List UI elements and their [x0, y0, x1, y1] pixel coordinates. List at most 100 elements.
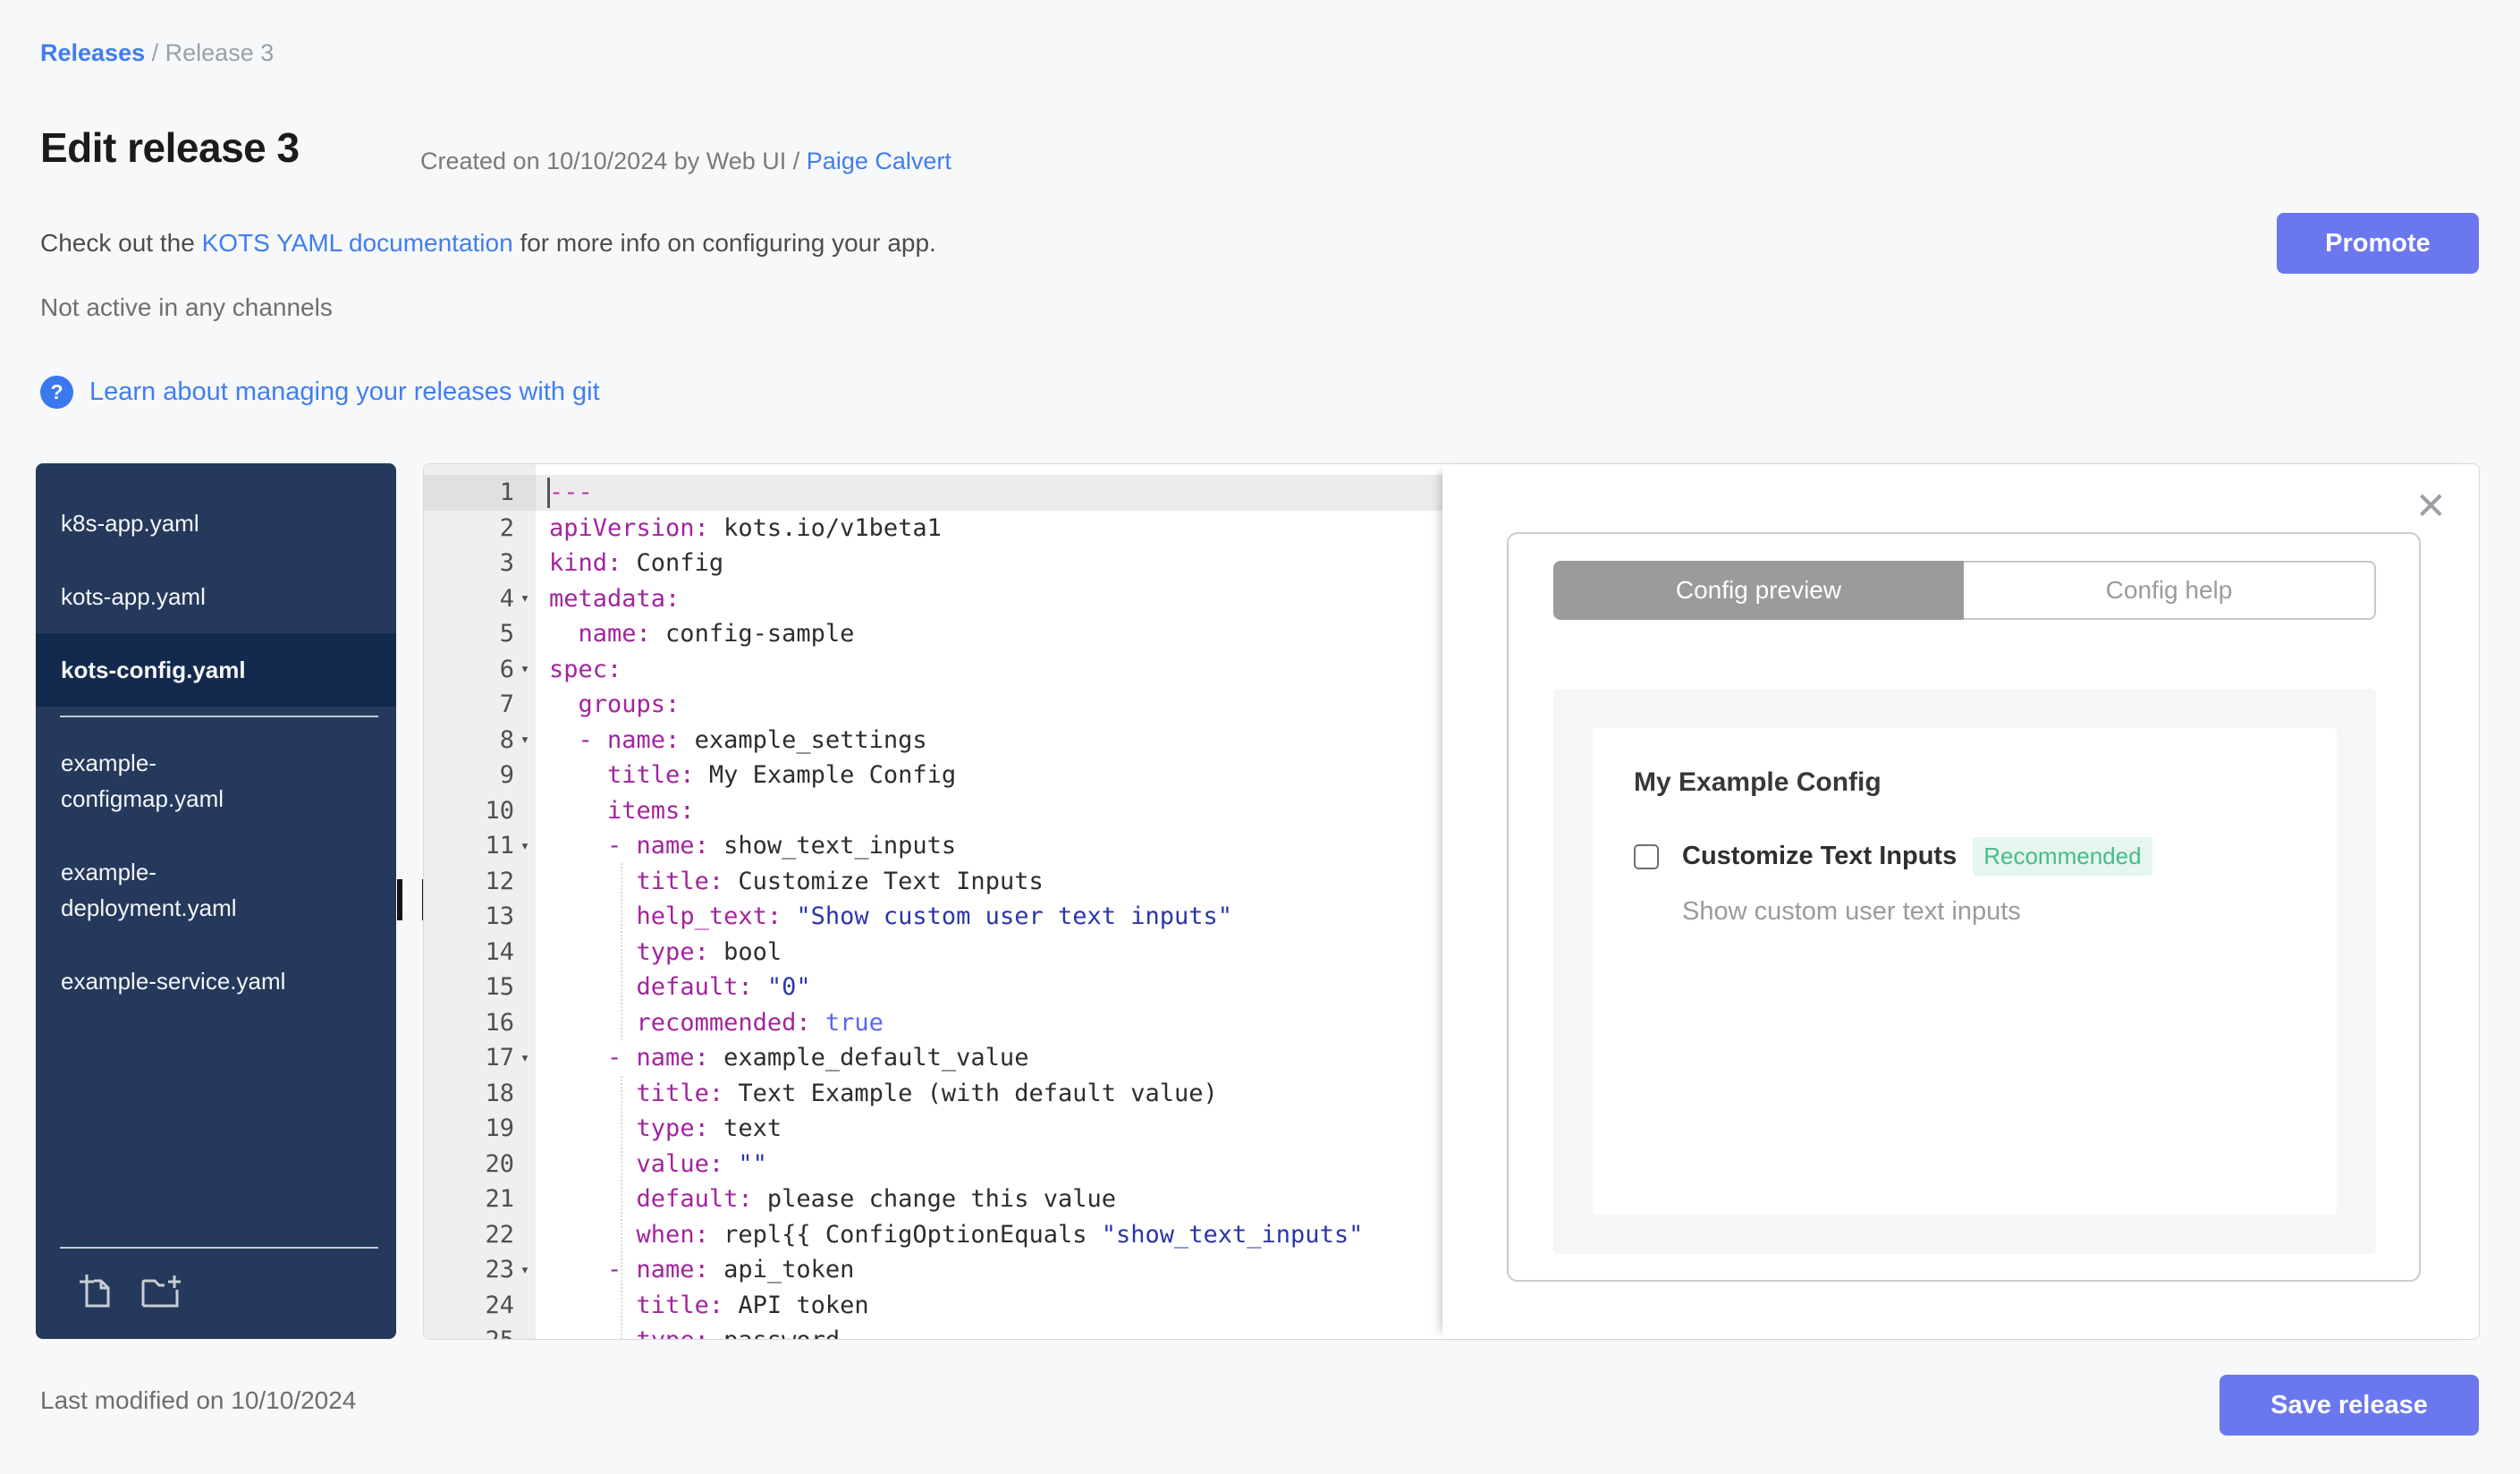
- config-preview-pane: ✕ Config preview Config help My Example …: [1442, 464, 2479, 1339]
- code-line-6[interactable]: spec:: [536, 652, 1442, 688]
- code-line-23[interactable]: - name: api_token: [536, 1252, 1442, 1288]
- created-text: Created on 10/10/2024 by Web UI /: [420, 148, 800, 174]
- gutter-line-6[interactable]: 6 ▾: [424, 652, 536, 688]
- save-release-button[interactable]: Save release: [2220, 1375, 2479, 1436]
- file-item-kots-config-yaml[interactable]: kots-config.yaml: [36, 633, 396, 707]
- file-item-k8s-app-yaml[interactable]: k8s-app.yaml: [36, 487, 396, 560]
- fold-arrow-icon[interactable]: ▾: [516, 1049, 534, 1067]
- gutter-line-8[interactable]: 8 ▾: [424, 723, 536, 758]
- gutter-line-3: 3▾: [499, 549, 514, 578]
- code-editor[interactable]: --- apiVersion: kots.io/v1beta1 kind: Conf…: [536, 464, 1442, 1339]
- gutter-line-25: 25▾: [424, 1323, 536, 1339]
- gutter-line-19: 19▾: [485, 1114, 514, 1143]
- code-line-21[interactable]: default: please change this value: [536, 1182, 1442, 1217]
- file-item-example-configmap-yaml[interactable]: example-configmap.yaml: [36, 726, 396, 835]
- code-line-7[interactable]: groups:: [536, 687, 1442, 723]
- question-icon: ?: [40, 376, 73, 409]
- code-line-25[interactable]: type: password: [536, 1323, 1442, 1339]
- code-line-22[interactable]: when: repl{{ ConfigOptionEquals "show_te…: [536, 1217, 1442, 1253]
- code-line-5[interactable]: name: config-sample: [536, 616, 1442, 652]
- indent-guide: [621, 1076, 622, 1339]
- code-line-2[interactable]: apiVersion: kots.io/v1beta1: [536, 511, 1442, 546]
- gutter-line-11[interactable]: 11 ▾: [424, 828, 536, 864]
- gutter-line-23[interactable]: 23 ▾: [424, 1252, 536, 1288]
- gutter-line-21: 21▾: [485, 1185, 514, 1214]
- close-icon[interactable]: ✕: [2415, 487, 2447, 525]
- gutter-line-20: 20▾: [485, 1149, 514, 1178]
- fold-arrow-icon[interactable]: ▾: [516, 731, 534, 749]
- code-line-16[interactable]: recommended: true: [536, 1005, 1442, 1041]
- gutter-line-2: 2▾: [499, 513, 514, 542]
- git-help-row: ? Learn about managing your releases wit…: [40, 376, 600, 409]
- fold-arrow-icon[interactable]: ▾: [516, 589, 534, 607]
- code-line-3[interactable]: kind: Config: [536, 546, 1442, 581]
- new-folder-icon[interactable]: [138, 1270, 182, 1316]
- code-line-24[interactable]: title: API token: [536, 1288, 1442, 1324]
- customize-text-inputs-checkbox[interactable]: [1634, 843, 1659, 869]
- gutter-line-15: 15▾: [485, 973, 514, 1002]
- sidebar-bottom: [36, 1238, 396, 1339]
- docs-pre-text: Check out the: [40, 229, 202, 257]
- gutter-line-24: 24▾: [485, 1291, 514, 1319]
- file-item-kots-app-yaml[interactable]: kots-app.yaml: [36, 560, 396, 633]
- gutter-line-16: 16▾: [485, 1008, 514, 1037]
- code-line-11[interactable]: - name: show_text_inputs: [536, 828, 1442, 864]
- sidebar-divider: [60, 1247, 378, 1249]
- gutter-line-12: 12▾: [485, 867, 514, 895]
- code-line-10[interactable]: items:: [536, 793, 1442, 829]
- new-file-icon[interactable]: [75, 1270, 116, 1316]
- code-line-1[interactable]: ---: [536, 475, 1442, 511]
- last-modified-text: Last modified on 10/10/2024: [40, 1386, 357, 1414]
- fold-arrow-icon[interactable]: ▾: [516, 837, 534, 855]
- gutter-line-4[interactable]: 4 ▾: [424, 581, 536, 617]
- gutter: 1▾2▾ 3▾ 4▾ 5▾ 6▾7▾ 8▾ 9▾ 10▾ 11▾ 12▾ 13▾ 14▾ 15▾ 16▾ 1…: [424, 464, 536, 1339]
- git-help-link[interactable]: Learn about managing your releases with …: [89, 377, 600, 407]
- config-group-card: My Example Config Customize Text Inputs …: [1593, 728, 2337, 1215]
- gutter-line-22: 22▾: [485, 1220, 514, 1249]
- code-line-9[interactable]: title: My Example Config: [536, 758, 1442, 793]
- config-item-label[interactable]: Customize Text Inputs: [1682, 842, 1957, 871]
- author-link[interactable]: Paige Calvert: [807, 148, 951, 174]
- recommended-badge: Recommended: [1973, 837, 2152, 876]
- gutter-line-9: 9▾: [499, 761, 514, 790]
- gutter-line-14: 14▾: [485, 937, 514, 966]
- code-line-13[interactable]: help_text: "Show custom user text inputs…: [536, 899, 1442, 935]
- indent-guide: [621, 863, 622, 1040]
- code-line-4[interactable]: metadata:: [536, 581, 1442, 617]
- fold-arrow-icon[interactable]: ▾: [516, 1261, 534, 1279]
- file-sidebar: k8s-app.yaml kots-app.yaml kots-config.yam…: [36, 463, 396, 1339]
- breadcrumb-separator: /: [151, 39, 159, 66]
- config-item-row: Customize Text Inputs Recommended: [1634, 837, 2337, 876]
- breadcrumb-current: Release 3: [165, 39, 275, 66]
- code-line-8[interactable]: - name: example_settings: [536, 723, 1442, 758]
- kots-yaml-doc-link[interactable]: KOTS YAML documentation: [202, 229, 513, 257]
- breadcrumb-releases-link[interactable]: Releases: [40, 39, 145, 66]
- file-item-example-service-yaml[interactable]: example-service.yaml: [36, 945, 396, 1018]
- promote-button[interactable]: Promote: [2277, 213, 2479, 274]
- file-item-example-deployment-yaml[interactable]: example-deployment.yaml: [36, 835, 396, 945]
- gutter-line-5: 5▾: [499, 620, 514, 648]
- code-line-14[interactable]: type: bool: [536, 935, 1442, 970]
- code-line-12[interactable]: title: Customize Text Inputs: [536, 864, 1442, 900]
- file-list-divider: [60, 716, 378, 717]
- editor-card: 1▾2▾ 3▾ 4▾ 5▾ 6▾7▾ 8▾ 9▾ 10▾ 11▾ 12▾ 13▾ 14▾ 15▾ 16▾ 1…: [423, 463, 2480, 1340]
- gutter-line-10: 10▾: [485, 796, 514, 825]
- tab-config-preview[interactable]: Config preview: [1553, 561, 1964, 620]
- config-item-help-text: Show custom user text inputs: [1682, 897, 2021, 926]
- created-info: Created on 10/10/2024 by Web UI / Paige …: [420, 148, 951, 175]
- code-line-19[interactable]: type: text: [536, 1111, 1442, 1147]
- code-line-18[interactable]: title: Text Example (with default value): [536, 1076, 1442, 1112]
- file-list: k8s-app.yaml kots-app.yaml kots-config.yam…: [36, 463, 396, 1018]
- gutter-line-7: 7▾: [499, 690, 514, 719]
- tab-config-help[interactable]: Config help: [1964, 561, 2376, 620]
- page-title: Edit release 3: [40, 124, 300, 171]
- gutter-line-17[interactable]: 17 ▾: [424, 1040, 536, 1076]
- preview-content-area: My Example Config Customize Text Inputs …: [1553, 689, 2376, 1254]
- code-line-20[interactable]: value: "": [536, 1147, 1442, 1182]
- code-lines: --- apiVersion: kots.io/v1beta1 kind: Conf…: [536, 475, 1442, 1339]
- docs-row: Check out the KOTS YAML documentation fo…: [40, 229, 936, 258]
- docs-post-text: for more info on configuring your app.: [512, 229, 936, 257]
- code-line-15[interactable]: default: "0": [536, 970, 1442, 1005]
- code-line-17[interactable]: - name: example_default_value: [536, 1040, 1442, 1076]
- fold-arrow-icon[interactable]: ▾: [516, 660, 534, 678]
